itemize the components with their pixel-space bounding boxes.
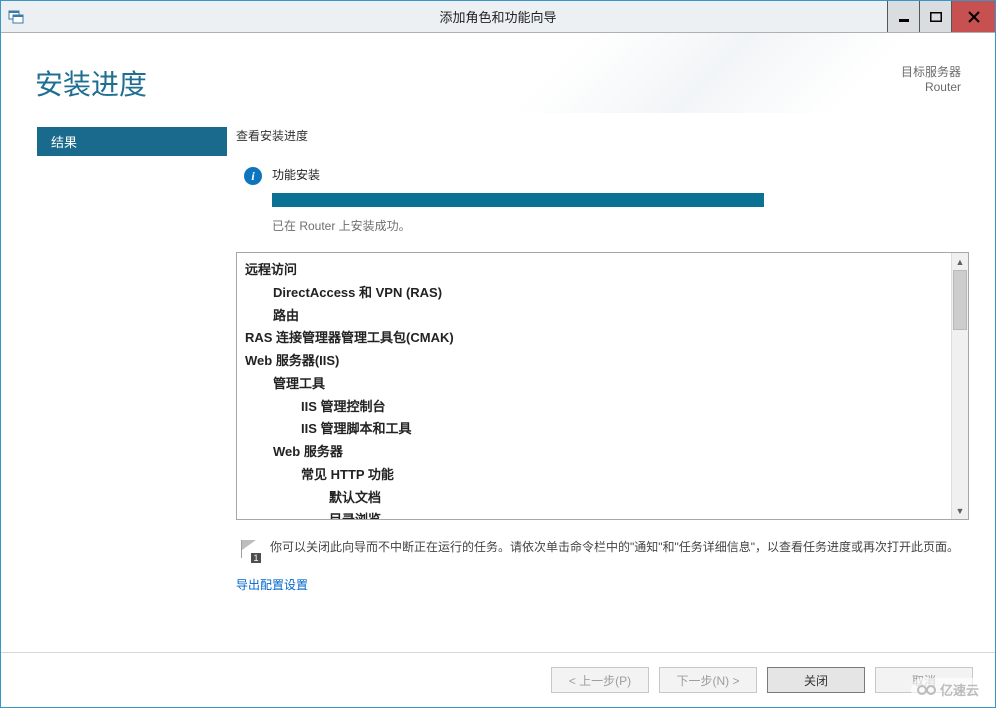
features-list: 远程访问DirectAccess 和 VPN (RAS)路由RAS 连接管理器管…: [237, 253, 951, 519]
close-window-button[interactable]: [951, 1, 995, 32]
feature-item: IIS 管理控制台: [245, 396, 945, 419]
flag-icon: 1: [238, 540, 260, 562]
scroll-up-button[interactable]: ▲: [952, 253, 968, 270]
maximize-button[interactable]: [919, 1, 951, 32]
feature-item: 远程访问: [245, 259, 945, 282]
flag-badge: 1: [250, 552, 262, 564]
sidebar: 结果: [1, 113, 226, 603]
feature-item: 默认文档: [245, 487, 945, 510]
feature-item: 目录浏览: [245, 509, 945, 519]
watermark-text: 亿速云: [940, 680, 979, 699]
previous-button: < 上一步(P): [551, 667, 649, 693]
close-button[interactable]: 关闭: [767, 667, 865, 693]
feature-item: IIS 管理脚本和工具: [245, 418, 945, 441]
status-message: 已在 Router 上安装成功。: [272, 217, 969, 234]
wizard-header: 安装进度 目标服务器 Router: [1, 33, 995, 113]
status-row: i 功能安装 已在 Router 上安装成功。: [244, 166, 969, 248]
scroll-down-button[interactable]: ▼: [952, 502, 968, 519]
destination-server-block: 目标服务器 Router: [901, 63, 961, 94]
note-block: 1 你可以关闭此向导而不中断正在运行的任务。请依次单击命令栏中的"通知"和"任务…: [236, 538, 969, 562]
feature-item: 路由: [245, 305, 945, 328]
title-bar: 添加角色和功能向导: [1, 1, 995, 33]
content-panel: 查看安装进度 i 功能安装 已在 Router 上安装成功。 远程访问Direc…: [226, 113, 995, 603]
destination-server-label: 目标服务器: [901, 63, 961, 80]
minimize-button[interactable]: [887, 1, 919, 32]
scroll-thumb[interactable]: [953, 270, 967, 330]
scrollbar[interactable]: ▲ ▼: [951, 253, 968, 519]
feature-item: 管理工具: [245, 373, 945, 396]
feature-item: Web 服务器(IIS): [245, 350, 945, 373]
feature-item: DirectAccess 和 VPN (RAS): [245, 282, 945, 305]
page-title: 安装进度: [35, 63, 147, 103]
status-title: 功能安装: [272, 166, 969, 183]
app-icon: [7, 7, 27, 27]
export-config-link[interactable]: 导出配置设置: [236, 576, 308, 593]
note-text: 你可以关闭此向导而不中断正在运行的任务。请依次单击命令栏中的"通知"和"任务详细…: [270, 538, 959, 557]
watermark: 亿速云: [911, 678, 985, 701]
feature-item: 常见 HTTP 功能: [245, 464, 945, 487]
wizard-footer: < 上一步(P) 下一步(N) > 关闭 取消: [1, 652, 995, 707]
window-controls: [887, 1, 995, 32]
main-area: 结果 查看安装进度 i 功能安装 已在 Router 上安装成功。 远程访问Di…: [1, 113, 995, 603]
progress-bar: [272, 193, 764, 207]
feature-item: Web 服务器: [245, 441, 945, 464]
window-title: 添加角色和功能向导: [439, 7, 556, 26]
section-label: 查看安装进度: [236, 127, 969, 144]
next-button: 下一步(N) >: [659, 667, 757, 693]
sidebar-item-results[interactable]: 结果: [37, 127, 227, 156]
info-icon: i: [244, 167, 262, 185]
destination-server-value: Router: [901, 80, 961, 94]
features-box: 远程访问DirectAccess 和 VPN (RAS)路由RAS 连接管理器管…: [236, 252, 969, 520]
feature-item: RAS 连接管理器管理工具包(CMAK): [245, 327, 945, 350]
sidebar-item-label: 结果: [51, 135, 77, 150]
